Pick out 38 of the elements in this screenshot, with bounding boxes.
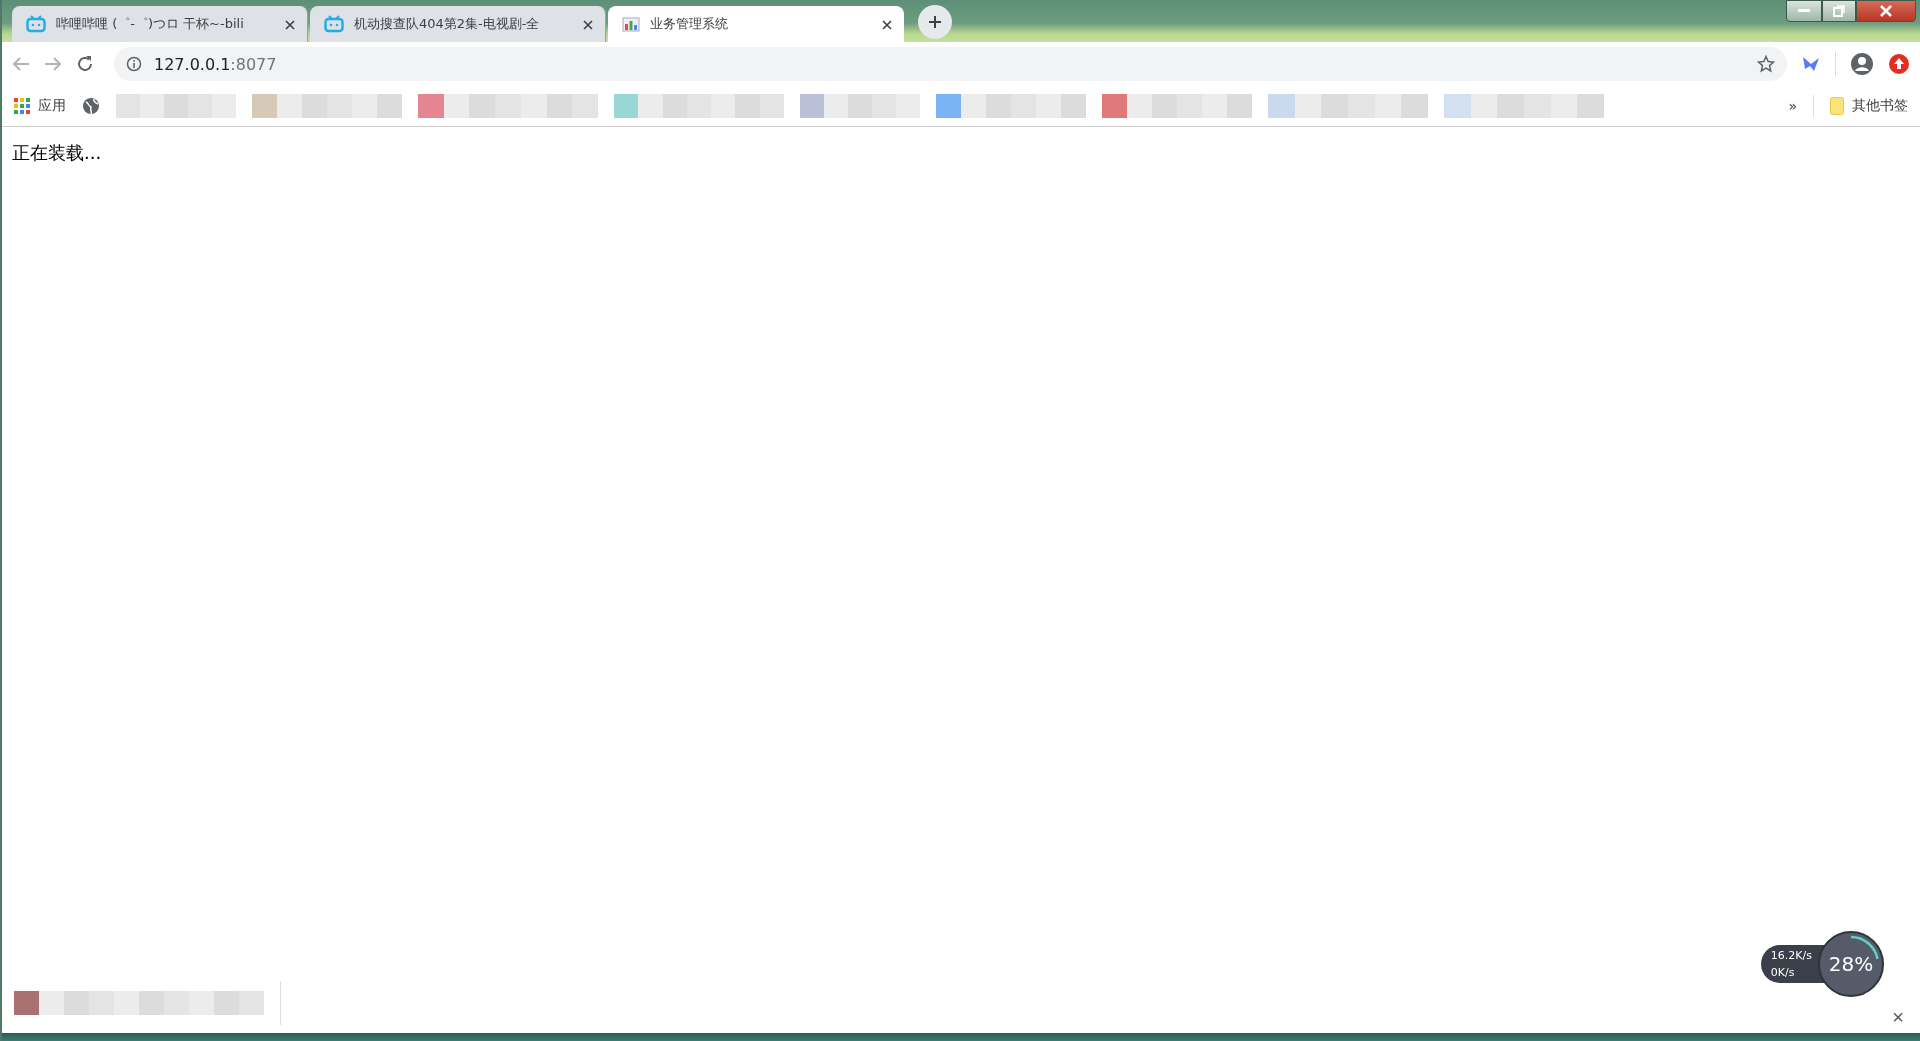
- restore-icon: [1833, 5, 1845, 17]
- bar-chart-icon: [622, 16, 640, 32]
- more-bookmarks-button[interactable]: »: [1788, 98, 1797, 114]
- plus-icon: [928, 15, 942, 29]
- tab-title: 业务管理系统: [650, 15, 729, 33]
- blurred-bookmark[interactable]: [1102, 94, 1252, 118]
- star-icon[interactable]: [1757, 55, 1775, 73]
- loading-text: 正在装载...: [12, 142, 102, 163]
- other-bookmarks-folder[interactable]: 其他书签: [1830, 97, 1908, 115]
- reload-icon[interactable]: [76, 55, 94, 73]
- grid-icon: [14, 98, 30, 114]
- tv-icon: [324, 15, 344, 33]
- restore-button[interactable]: [1822, 0, 1856, 22]
- minimize-icon: [1798, 9, 1810, 13]
- profile-icon[interactable]: [1850, 52, 1874, 76]
- tab-title: 机动搜查队404第2集-电视剧-全: [354, 15, 541, 33]
- close-window-button[interactable]: [1856, 0, 1916, 22]
- tab-title: 哔哩哔哩 (゜-゜)つロ 干杯~-bili: [56, 15, 245, 33]
- upload-speed: 16.2K/s: [1770, 949, 1812, 962]
- browser-tab[interactable]: 业务管理系统: [608, 6, 904, 42]
- address-bar[interactable]: 127.0.0.1:8077: [114, 47, 1787, 81]
- apps-bookmark[interactable]: 应用: [14, 97, 66, 115]
- close-icon: [1880, 5, 1892, 17]
- browser-tab[interactable]: 哔哩哔哩 (゜-゜)つロ 干杯~-bili: [12, 6, 308, 42]
- info-icon[interactable]: [126, 56, 142, 72]
- folder-icon: [1830, 97, 1844, 115]
- browser-tab[interactable]: 机动搜查队404第2集-电视剧-全: [310, 6, 606, 42]
- new-tab-button[interactable]: [918, 5, 952, 39]
- bird-icon[interactable]: [1801, 55, 1821, 73]
- url-text: 127.0.0.1:8077: [154, 54, 277, 74]
- upload-icon[interactable]: [1888, 53, 1910, 75]
- globe-icon[interactable]: [82, 97, 100, 115]
- download-speed: 0K/s: [1770, 966, 1796, 979]
- blurred-bookmark[interactable]: [14, 991, 264, 1015]
- cpu-percent: 28%: [1828, 952, 1874, 976]
- minimize-button[interactable]: [1786, 0, 1822, 22]
- close-download-bar-button[interactable]: ×: [1888, 1005, 1908, 1029]
- tv-icon: [26, 15, 46, 33]
